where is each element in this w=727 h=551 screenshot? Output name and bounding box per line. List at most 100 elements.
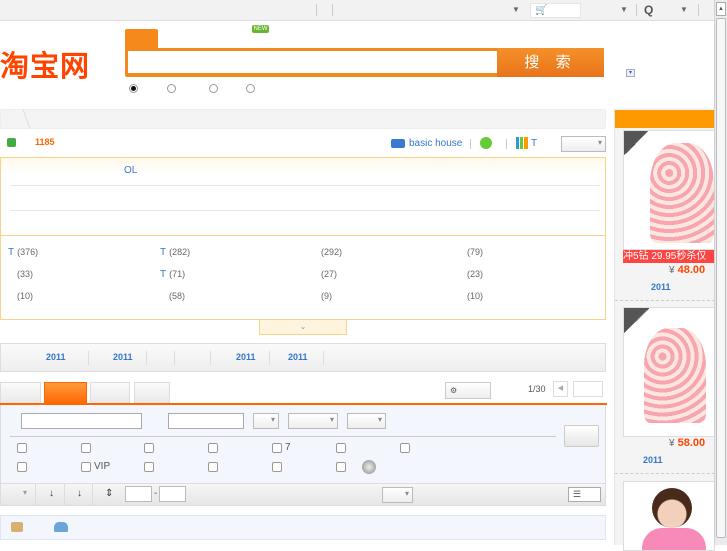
category-link[interactable]: (9) [312, 291, 332, 302]
category-link[interactable]: (23) [458, 269, 483, 280]
divider [10, 210, 600, 211]
filter-checkbox[interactable] [17, 443, 27, 453]
chevron-down-icon[interactable]: ▼ [512, 5, 520, 14]
category-link[interactable]: (58) [160, 291, 185, 302]
expand-toggle[interactable]: ⌄ [259, 320, 347, 335]
breadcrumb-separator [11, 109, 31, 129]
settings-button[interactable]: ⚙ [445, 382, 491, 399]
page-input[interactable] [573, 381, 603, 397]
filter-checkbox[interactable] [336, 462, 346, 472]
divider [615, 300, 715, 301]
product-image[interactable] [623, 130, 715, 250]
filter-checkbox[interactable] [81, 462, 91, 472]
corner-badge-icon [624, 308, 649, 334]
chevron-down-icon: ⌄ [299, 322, 307, 331]
divider [506, 139, 507, 149]
bar-chart-icon [516, 137, 528, 149]
cart-button[interactable]: 🛒 [530, 3, 581, 18]
category-link[interactable]: (79) [458, 247, 483, 258]
filter-checkbox[interactable] [81, 443, 91, 453]
filter-checkbox[interactable] [208, 462, 218, 472]
category-link[interactable]: (27) [312, 269, 337, 280]
search-type-radio[interactable] [209, 84, 218, 93]
dropdown-icon[interactable]: ▾ [626, 69, 635, 77]
checkbox-label: VIP [94, 461, 111, 472]
taobao-logo[interactable]: 淘宝网 [0, 43, 90, 85]
category-link[interactable]: (10) [8, 291, 33, 302]
year-link[interactable]: 2011 [236, 352, 256, 362]
tab[interactable] [90, 382, 130, 404]
top-nav-bar: ▼ 🛒 ▼ Q ▼ [0, 0, 714, 21]
filter-checkbox[interactable] [400, 443, 410, 453]
product-image[interactable] [623, 481, 715, 551]
year-filter-bar: 2011 2011 2011 2011 [0, 343, 606, 372]
chevron-down-icon[interactable]: ▾ [23, 488, 27, 497]
scroll-up-icon[interactable]: ▲ [716, 2, 726, 16]
filter-checkbox[interactable] [272, 462, 282, 472]
filter-select[interactable] [253, 413, 279, 429]
location-input[interactable] [168, 413, 244, 429]
price-value: 48.00 [677, 264, 706, 276]
currency: ¥ [669, 438, 675, 449]
people-icon[interactable] [54, 522, 68, 532]
filter-submit-button[interactable] [564, 425, 599, 447]
product-image[interactable] [623, 307, 715, 437]
category-icon [7, 138, 16, 147]
sort-toggle-icon[interactable]: ⇕ [105, 488, 113, 499]
chart-link[interactable]: T [531, 138, 537, 149]
filter-checkbox[interactable] [17, 462, 27, 472]
shop-icon[interactable] [11, 522, 23, 532]
search-icon[interactable]: Q [644, 3, 653, 17]
attribute-link-ol[interactable]: OL [124, 165, 137, 176]
year-link[interactable]: 2011 [46, 352, 66, 362]
product-link[interactable]: 2011 [651, 282, 671, 292]
search-button[interactable]: 搜 索 [497, 48, 604, 77]
price-min-input[interactable] [125, 486, 152, 502]
category-count: (292) [321, 247, 343, 257]
chat-icon [391, 139, 405, 148]
q-icon[interactable] [480, 137, 492, 149]
sort-desc-icon[interactable]: ↓ [77, 488, 82, 499]
search-type-radio[interactable] [129, 84, 138, 93]
product-link[interactable]: 2011 [643, 455, 663, 465]
category-link[interactable]: (33) [8, 269, 33, 280]
filter-select[interactable] [288, 413, 338, 429]
year-link[interactable]: 2011 [113, 352, 133, 362]
category-link[interactable]: T (282) [160, 247, 190, 258]
search-input[interactable] [128, 51, 497, 73]
year-link[interactable]: 2011 [288, 352, 308, 362]
promo-bar [0, 515, 606, 540]
scrollbar-thumb[interactable] [716, 18, 726, 538]
chevron-down-icon[interactable]: ▼ [620, 5, 628, 14]
category-name: T [8, 247, 15, 258]
filter-checkbox[interactable] [144, 443, 154, 453]
chevron-down-icon[interactable]: ▼ [680, 5, 688, 14]
filter-checkbox[interactable] [272, 443, 282, 453]
category-link[interactable]: (292) [312, 247, 342, 258]
tab-active[interactable] [44, 382, 87, 404]
category-link[interactable]: T (71) [160, 269, 185, 280]
sort-select[interactable] [561, 136, 606, 152]
filter-checkbox[interactable] [336, 443, 346, 453]
search-type-radio[interactable] [246, 84, 255, 93]
brand-link[interactable]: basic house [409, 138, 462, 149]
category-link[interactable]: T (376) [8, 247, 38, 258]
tab[interactable] [134, 382, 170, 404]
filter-checkbox[interactable] [144, 462, 154, 472]
keyword-input[interactable] [21, 413, 142, 429]
list-view-icon[interactable]: ☰ [568, 487, 601, 502]
prev-page-button[interactable]: ◀ [553, 381, 568, 397]
price-max-input[interactable] [159, 486, 186, 502]
filter-select[interactable] [382, 487, 413, 503]
search-tab-active[interactable] [125, 29, 158, 49]
category-link[interactable]: (10) [458, 291, 483, 302]
filter-select[interactable] [347, 413, 386, 429]
search-type-radio[interactable] [167, 84, 176, 93]
tab[interactable] [0, 382, 41, 404]
dress-image [644, 328, 706, 423]
scrollbar[interactable]: ▲ [714, 0, 727, 545]
sort-desc-icon[interactable]: ↓ [49, 488, 54, 499]
filter-checkbox[interactable] [208, 443, 218, 453]
checkbox-label: 7 [285, 442, 291, 453]
promo-banner[interactable]: 冲5钻 29.95秒杀仅 [623, 250, 715, 263]
